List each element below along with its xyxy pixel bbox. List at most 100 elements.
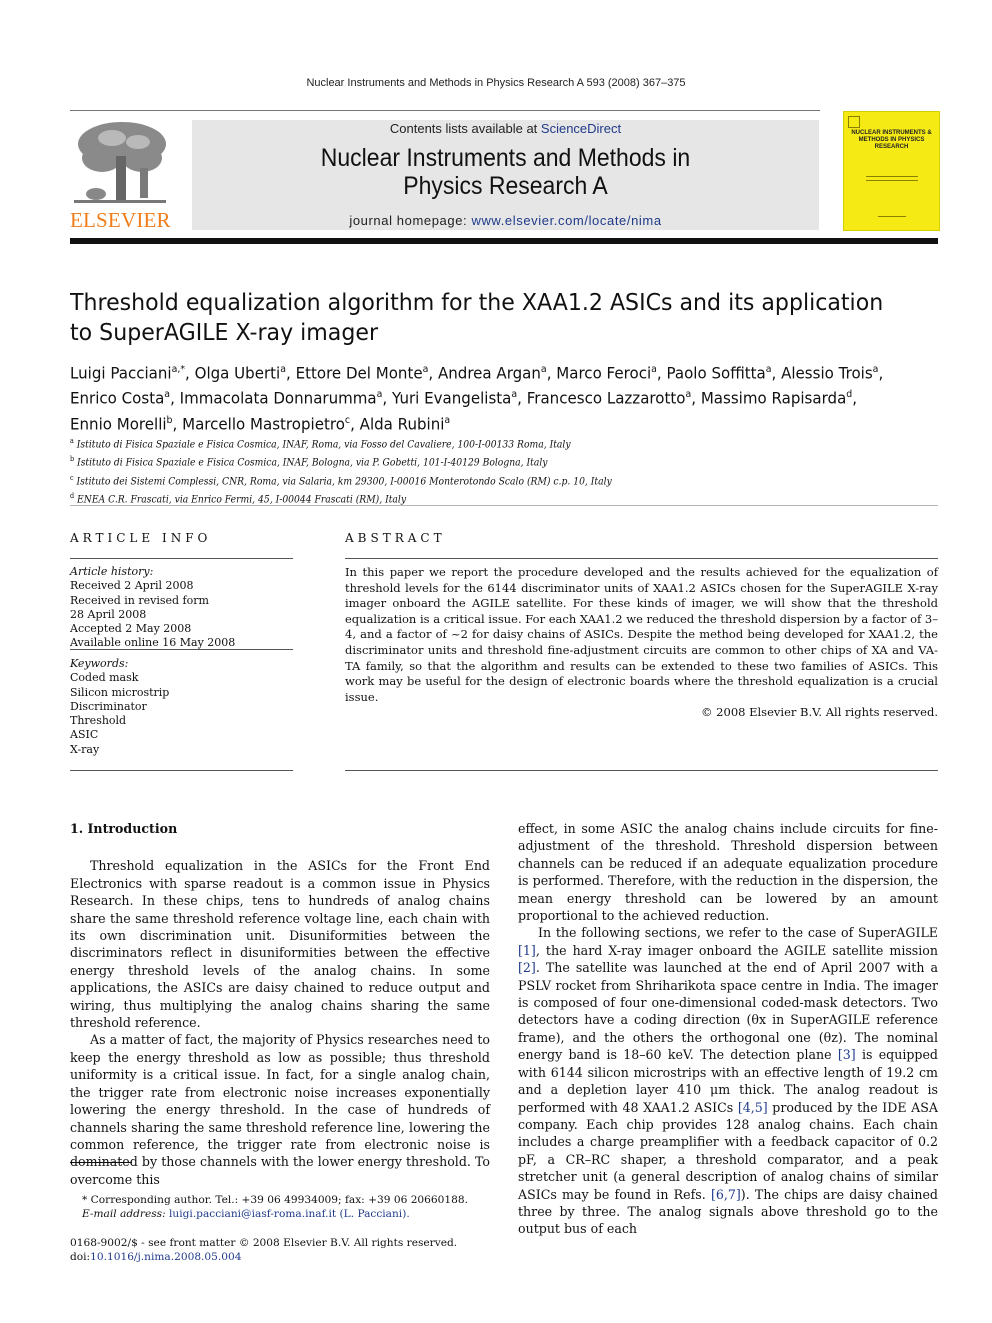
citation-link[interactable]: [4,5]	[738, 1100, 768, 1115]
keyword: Threshold	[70, 714, 127, 728]
history-item: Received in revised form	[70, 593, 209, 607]
sciencedirect-link[interactable]: ScienceDirect	[541, 121, 621, 136]
history-item: Received 2 April 2008	[70, 579, 194, 593]
affiliation: b Istituto di Fisica Spaziale e Fisica C…	[70, 452, 696, 470]
citation-link[interactable]: [3]	[838, 1047, 856, 1062]
journal-homepage-link[interactable]: www.elsevier.com/locate/nima	[471, 213, 661, 228]
tree-icon	[72, 118, 168, 206]
cover-text-line	[866, 180, 918, 181]
author[interactable]: Massimo Rapisarda	[701, 389, 846, 408]
body-column-left: 1. Introduction Threshold equalization i…	[70, 820, 490, 1188]
affiliation-key: b	[70, 455, 75, 464]
doi-prefix: doi:	[70, 1251, 91, 1264]
cover-title: NUCLEAR INSTRUMENTS & METHODS IN PHYSICS…	[851, 130, 932, 150]
author-list: Luigi Pacciania,*, Olga Uberti a, Ettore …	[70, 359, 897, 435]
contents-line: Contents lists available at ScienceDirec…	[192, 121, 819, 136]
affiliation-text: Istituto dei Sistemi Complessi, CNR, Rom…	[76, 475, 612, 487]
email-line: E-mail address: luigi.pacciani@iasf-roma…	[82, 1207, 500, 1221]
author[interactable]: Francesco Lazzarotto	[527, 389, 686, 408]
author-separator: ,	[286, 363, 296, 383]
abstract: In this paper we report the procedure de…	[345, 565, 938, 721]
journal-cover[interactable]: NUCLEAR INSTRUMENTS & METHODS IN PHYSICS…	[843, 111, 940, 231]
affiliation-key: a	[70, 437, 74, 445]
article-title: Threshold equalization algorithm for the…	[70, 290, 884, 346]
text-run: In the following sections, we refer to t…	[538, 925, 938, 941]
author-separator: ,	[172, 413, 183, 433]
author-separator: ,	[691, 388, 701, 408]
keyword: Coded mask	[70, 671, 139, 685]
abstract-rule	[345, 770, 938, 771]
author[interactable]: Marcello Mastropietro	[182, 414, 345, 433]
journal-title-line-2: Physics Research A	[403, 172, 608, 200]
author[interactable]: Olga Uberti	[195, 363, 281, 382]
doi-link[interactable]: 10.1016/j.nima.2008.05.004	[90, 1251, 241, 1263]
body-paragraph: Threshold equalization in the ASICs for …	[70, 858, 490, 1031]
history-label: Article history:	[70, 565, 154, 578]
homepage-prefix: journal homepage:	[349, 213, 472, 228]
corresponding-author-note: * Corresponding author. Tel.: +39 06 499…	[82, 1194, 468, 1206]
history-item: 28 April 2008	[70, 607, 147, 621]
citation-link[interactable]: [6,7]	[711, 1187, 741, 1202]
keyword: ASIC	[70, 728, 99, 742]
keywords-label: Keywords:	[70, 657, 129, 670]
article-info-heading: ARTICLE INFO	[70, 531, 212, 545]
contents-prefix: Contents lists available at	[389, 121, 541, 136]
affiliation-key: d	[70, 491, 75, 500]
citation-link[interactable]: [1]	[518, 943, 536, 958]
affiliation: c Istituto dei Sistemi Complessi, CNR, R…	[70, 471, 696, 489]
author[interactable]: Paolo Soffitta	[666, 363, 765, 382]
author[interactable]: Ennio Morelli	[70, 414, 167, 433]
author-separator: ,	[382, 388, 392, 408]
author[interactable]: Yuri Evangelista	[392, 389, 511, 408]
front-matter: 0168-9002/$ - see front matter © 2008 El…	[70, 1236, 500, 1265]
author-separator: ,	[517, 388, 527, 408]
body-paragraph: As a matter of fact, the majority of Phy…	[70, 1032, 490, 1187]
keywords: Keywords: Coded mask Silicon microstrip …	[70, 657, 295, 757]
author-separator: ,	[878, 363, 884, 383]
author-separator: ,	[428, 363, 438, 383]
abstract-rule	[345, 558, 938, 559]
elsevier-logo[interactable]: ELSEVIER	[70, 118, 180, 232]
body-paragraph: effect, in some ASIC the analog chains i…	[518, 821, 938, 924]
journal-title: Nuclear Instruments and Methods in Physi…	[217, 144, 794, 200]
author-affiliation-marker[interactable]: a,*	[172, 364, 185, 375]
elsevier-wordmark: ELSEVIER	[70, 208, 171, 232]
journal-title-line-1: Nuclear Instruments and Methods in	[320, 144, 691, 172]
author[interactable]: Marco Feroci	[556, 363, 651, 382]
keyword: X-ray	[70, 742, 100, 756]
author[interactable]: Enrico Costa	[70, 389, 164, 408]
journal-masthead: Contents lists available at ScienceDirec…	[192, 120, 819, 230]
affiliation-key: c	[70, 473, 74, 482]
footnote: * Corresponding author. Tel.: +39 06 499…	[70, 1193, 500, 1222]
author[interactable]: Immacolata Donnarumma	[180, 389, 377, 408]
affiliation-list: a Istituto di Fisica Spaziale e Fisica C…	[70, 434, 696, 507]
abstract-body: In this paper we report the procedure de…	[345, 565, 938, 704]
author[interactable]: Ettore Del Monte	[296, 363, 423, 382]
author[interactable]: Alessio Trois	[781, 363, 873, 382]
affiliation: a Istituto di Fisica Spaziale e Fisica C…	[70, 434, 696, 452]
homepage-line: journal homepage: www.elsevier.com/locat…	[192, 213, 819, 228]
author[interactable]: Luigi Pacciani	[70, 363, 172, 382]
top-rule	[70, 110, 820, 111]
abstract-heading: ABSTRACT	[345, 531, 446, 545]
running-head: Nuclear Instruments and Methods in Physi…	[306, 77, 686, 89]
author-separator: ,	[185, 363, 195, 383]
citation-link[interactable]: [2]	[518, 960, 536, 975]
author[interactable]: Alda Rubini	[360, 414, 445, 433]
history-item: Available online 16 May 2008	[70, 636, 236, 650]
article-history: Article history: Received 2 April 2008 R…	[70, 565, 295, 651]
affiliation-text: ENEA C.R. Frascati, via Enrico Fermi, 45…	[77, 494, 407, 506]
body-paragraph: In the following sections, we refer to t…	[518, 924, 938, 1237]
author-affiliation-marker[interactable]: a	[444, 415, 450, 426]
affiliation-text: Istituto di Fisica Spaziale e Fisica Cos…	[76, 439, 571, 451]
cover-text-line	[878, 216, 906, 217]
history-item: Accepted 2 May 2008	[70, 622, 192, 636]
author-separator: ,	[170, 388, 180, 408]
cover-logo-icon	[848, 116, 860, 128]
author[interactable]: Andrea Argan	[438, 363, 541, 382]
abstract-copyright: © 2008 Elsevier B.V. All rights reserved…	[701, 705, 938, 720]
text-run: , the hard X-ray imager onboard the AGIL…	[535, 942, 938, 958]
email-label: E-mail address:	[82, 1208, 170, 1221]
email-link[interactable]: luigi.pacciani@iasf-roma.inaf.it (L. Pac…	[169, 1208, 410, 1220]
keyword: Discriminator	[70, 699, 147, 713]
